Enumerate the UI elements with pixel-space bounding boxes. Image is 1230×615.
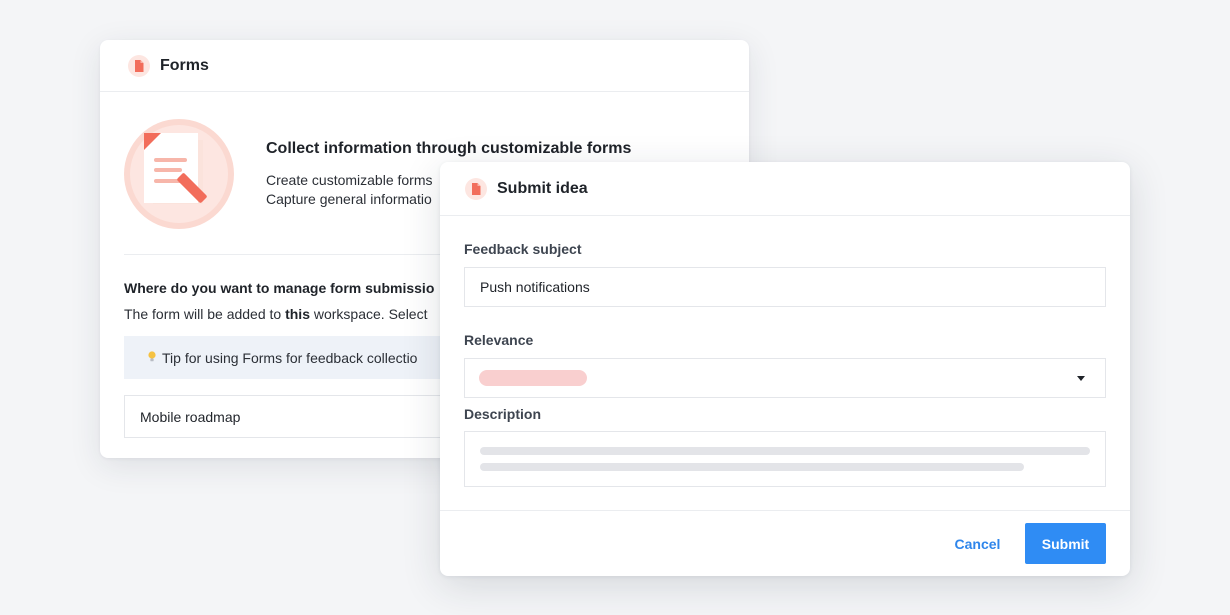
submit-idea-header: Submit idea — [440, 162, 1130, 216]
feedback-subject-input[interactable]: Push notifications — [464, 267, 1106, 307]
submit-idea-title: Submit idea — [497, 179, 588, 197]
manage-desc-bold: this — [285, 306, 310, 322]
chevron-down-icon — [1077, 376, 1085, 381]
forms-hero-line-2: Capture general informatio — [266, 191, 432, 207]
description-textarea[interactable] — [464, 431, 1106, 487]
workspace-value: Mobile roadmap — [140, 408, 241, 425]
relevance-label: Relevance — [464, 332, 534, 348]
submit-idea-dialog: Submit idea Feedback subject Push notifi… — [440, 162, 1130, 576]
manage-desc-suffix: workspace. Select — [309, 306, 428, 322]
feedback-subject-value: Push notifications — [480, 279, 590, 295]
description-placeholder-line — [480, 447, 1090, 455]
lightbulb-icon — [148, 350, 156, 365]
description-label: Description — [464, 406, 542, 422]
forms-title: Forms — [160, 56, 209, 74]
cancel-button[interactable]: Cancel — [940, 523, 1015, 564]
manage-desc-prefix: The form will be added to — [124, 306, 286, 322]
submit-button[interactable]: Submit — [1025, 523, 1106, 564]
relevance-value-pill — [479, 370, 587, 386]
feedback-subject-label: Feedback subject — [464, 241, 582, 257]
document-icon — [128, 54, 150, 77]
forms-illustration — [124, 119, 234, 229]
manage-question: Where do you want to manage form submiss… — [124, 280, 435, 296]
relevance-select[interactable] — [464, 358, 1106, 398]
forms-hero-title: Collect information through customizable… — [266, 140, 632, 157]
tip-text: Tip for using Forms for feedback collect… — [162, 349, 418, 366]
footer-divider — [440, 510, 1130, 511]
manage-description: The form will be added to this workspace… — [124, 306, 427, 322]
forms-header: Forms — [100, 40, 749, 92]
document-icon — [465, 177, 487, 200]
description-placeholder-line — [480, 463, 1024, 471]
forms-hero-line-1: Create customizable forms — [266, 172, 433, 188]
